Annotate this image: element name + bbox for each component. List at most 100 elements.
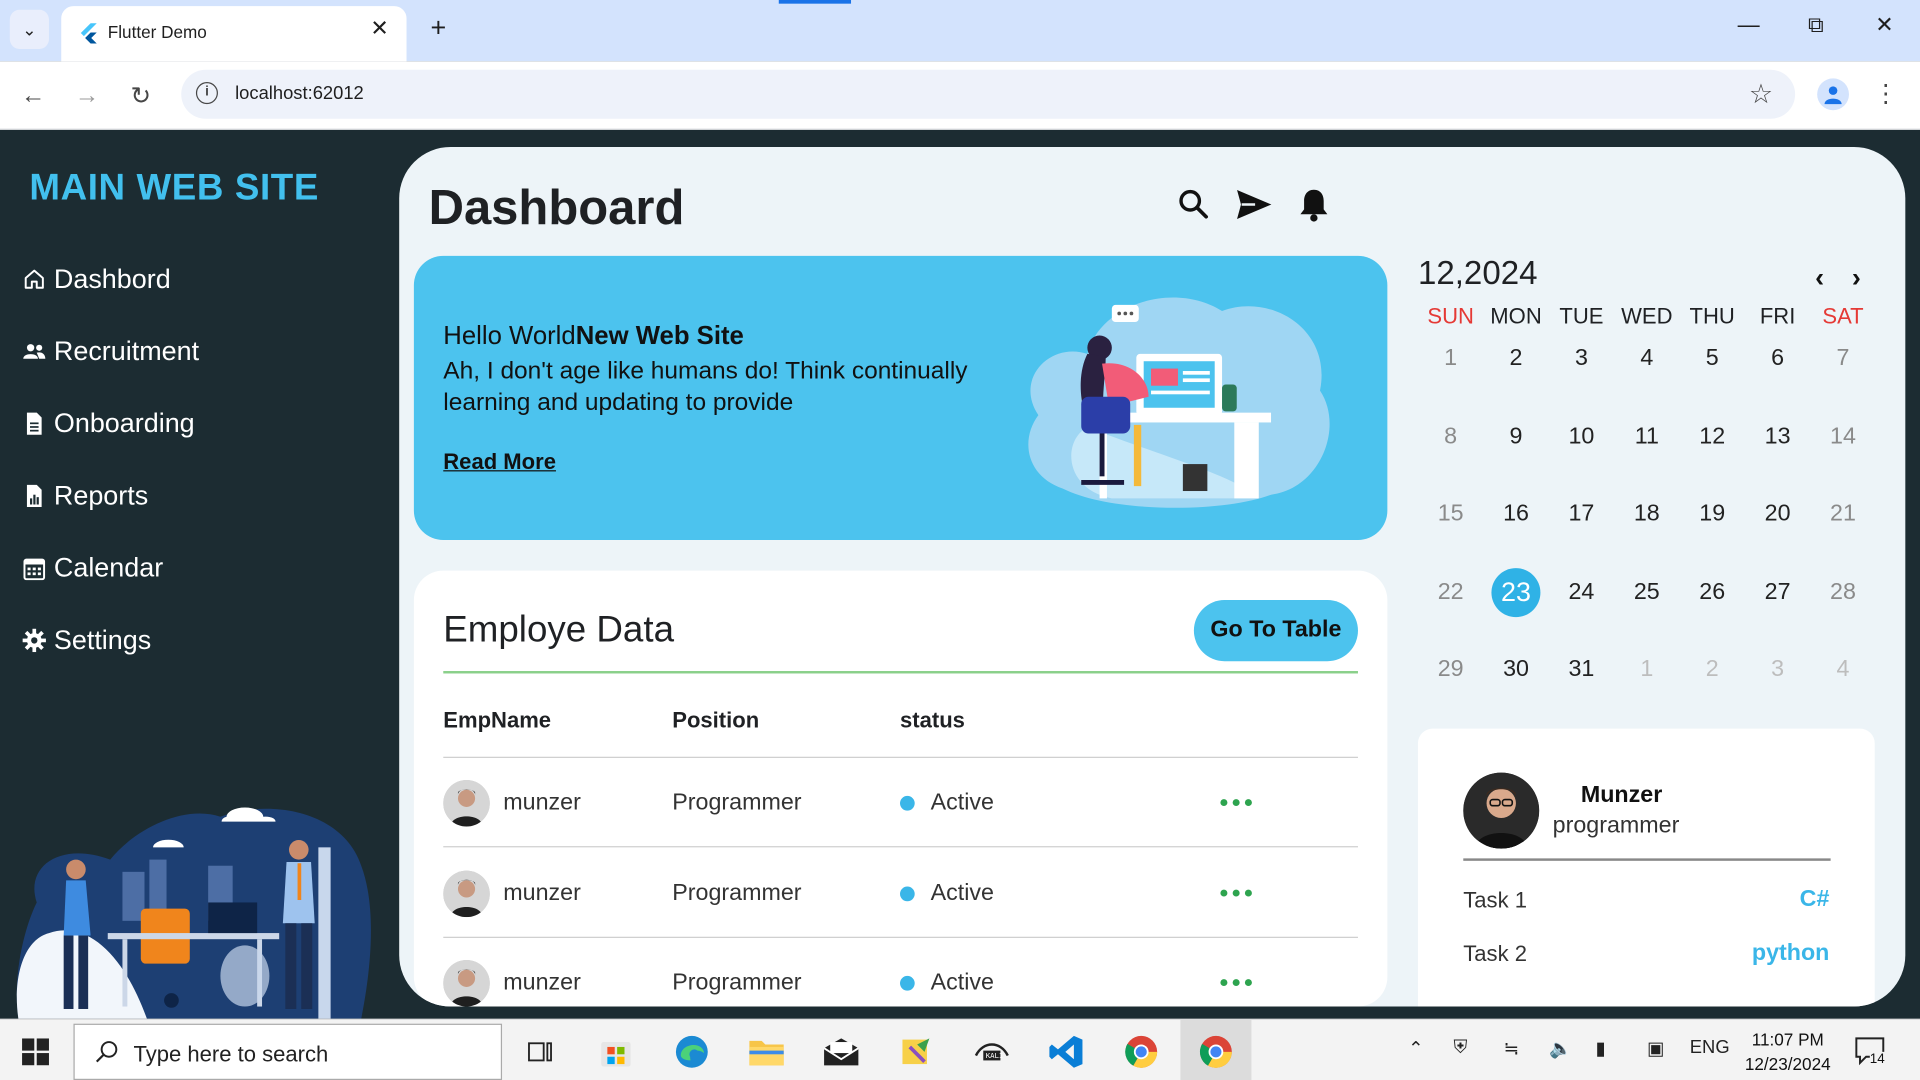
terminal-icon[interactable]: KALI [970,1030,1014,1074]
address-bar[interactable]: i localhost:62012 ☆ [181,69,1796,119]
vscode-icon[interactable] [1044,1030,1088,1074]
reload-icon[interactable]: ↻ [124,78,158,112]
calendar-day[interactable]: 15 [1418,492,1483,536]
status-dot [900,975,915,991]
sidebar-item-reports[interactable]: Reports [22,480,148,512]
more-options-icon[interactable]: ••• [1220,970,1269,998]
mail-icon[interactable] [819,1030,863,1074]
tab-indicator [778,0,852,4]
svg-text:KALI: KALI [986,1051,1004,1060]
calendar-day[interactable]: 5 [1680,337,1745,381]
battery-icon[interactable]: ▮ [1596,1037,1606,1059]
calendar-day[interactable]: 1 [1614,648,1679,692]
volume-icon[interactable]: 🔈 [1549,1037,1572,1059]
calendar-day[interactable]: 20 [1745,492,1810,536]
sidebar-item-label: Settings [53,624,152,656]
calendar-day[interactable]: 2 [1483,337,1548,381]
taskbar-search-input[interactable]: Type here to search [73,1023,503,1080]
calendar-day[interactable]: 6 [1745,337,1810,381]
calendar-day[interactable]: 11 [1614,415,1679,459]
sidebar-item-recruitment[interactable]: Recruitment [22,336,199,368]
calendar-day[interactable]: 19 [1680,492,1745,536]
calendar-day[interactable]: 28 [1810,570,1875,614]
edge-browser-icon[interactable] [670,1030,714,1074]
calendar-day[interactable]: 17 [1549,492,1614,536]
bookmark-star-icon[interactable]: ☆ [1749,78,1773,110]
table-row[interactable]: munzer Programmer Active ••• [443,849,1358,938]
search-icon[interactable] [1176,186,1213,223]
bell-icon[interactable] [1296,186,1333,223]
microsoft-store-icon[interactable] [594,1030,638,1074]
device-icon[interactable]: ▣ [1647,1037,1664,1059]
chrome-icon[interactable] [1119,1030,1163,1074]
url-text[interactable]: localhost:62012 [235,83,364,104]
calendar-day[interactable]: 4 [1810,648,1875,692]
minimize-icon[interactable]: — [1724,12,1773,38]
paint-app-icon[interactable] [895,1030,939,1074]
calendar-day[interactable]: 27 [1745,570,1810,614]
browser-tab[interactable]: Flutter Demo ✕ [61,6,407,62]
calendar-day[interactable]: 3 [1745,648,1810,692]
restore-icon[interactable]: ⧉ [1791,12,1840,38]
go-to-table-button[interactable]: Go To Table [1193,600,1358,662]
calendar-day[interactable]: 24 [1549,570,1614,614]
calendar-day[interactable]: 16 [1483,492,1548,536]
profile-avatar-icon[interactable] [1817,78,1849,111]
calendar-day[interactable]: 29 [1418,648,1483,692]
sidebar-item-dashboard[interactable]: Dashbord [22,263,171,295]
calendar-day[interactable]: 9 [1483,415,1548,459]
tab-search-button[interactable]: ⌄ [9,9,49,49]
employee-status: Active [930,969,994,996]
more-options-icon[interactable]: ••• [1220,790,1269,818]
calendar-day[interactable]: 1 [1418,337,1483,381]
column-header-status[interactable]: status [900,708,965,734]
calendar-day[interactable]: 26 [1680,570,1745,614]
column-header-position[interactable]: Position [672,708,759,734]
security-shield-icon[interactable]: ⛨ [1453,1037,1467,1058]
calendar-day[interactable]: 18 [1614,492,1679,536]
table-row[interactable]: munzer Programmer Active ••• [443,938,1358,1007]
chevron-left-icon[interactable]: ‹ [1807,262,1831,294]
language-indicator[interactable]: ENG [1690,1037,1730,1058]
calendar-day[interactable]: 2 [1680,648,1745,692]
calendar-day[interactable]: 14 [1810,415,1875,459]
task-view-icon[interactable] [518,1030,562,1074]
calendar-day[interactable]: 25 [1614,570,1679,614]
site-info-icon[interactable]: i [195,82,218,105]
banner-text: Ah, I don't age like humans do! Think co… [443,357,968,417]
chevron-right-icon[interactable]: › [1844,262,1868,294]
calendar-day[interactable]: 12 [1680,415,1745,459]
calendar-day[interactable]: 10 [1549,415,1614,459]
calendar-day[interactable]: 4 [1614,337,1679,381]
calendar-day[interactable]: 22 [1418,570,1483,614]
calendar-day[interactable]: 21 [1810,492,1875,536]
new-tab-icon[interactable]: + [421,12,455,44]
chrome-icon[interactable] [1194,1030,1238,1074]
close-window-icon[interactable]: ✕ [1860,12,1909,38]
close-tab-icon[interactable]: ✕ [365,16,394,42]
chevron-up-icon[interactable]: ⌃ [1408,1037,1423,1059]
back-icon[interactable]: ← [16,78,50,112]
file-explorer-icon[interactable] [744,1030,788,1074]
forward-icon[interactable]: → [70,78,104,112]
windows-start-icon[interactable] [22,1038,49,1066]
sidebar-item-onboarding[interactable]: Onboarding [22,408,195,440]
more-options-icon[interactable]: ••• [1220,880,1269,908]
calendar-day[interactable]: 13 [1745,415,1810,459]
more-menu-icon[interactable]: ⋮ [1873,78,1897,110]
calendar-day[interactable]: 8 [1418,415,1483,459]
calendar-day-today[interactable]: 23 [1483,567,1548,617]
wifi-icon[interactable]: ≒ [1504,1037,1519,1059]
table-row[interactable]: munzer Programmer Active ••• [443,758,1358,848]
send-icon[interactable] [1236,186,1273,223]
calendar-day[interactable]: 3 [1549,337,1614,381]
read-more-link[interactable]: Read More [443,449,556,475]
calendar-day[interactable]: 30 [1483,648,1548,692]
column-header-empname[interactable]: EmpName [443,708,551,734]
calendar-day[interactable]: 31 [1549,648,1614,692]
calendar-day[interactable]: 7 [1810,337,1875,381]
system-clock[interactable]: 11:07 PM 12/23/2024 [1744,1027,1832,1076]
sidebar-item-settings[interactable]: Settings [22,624,151,656]
sidebar-item-calendar[interactable]: Calendar [22,552,163,584]
divider [1463,858,1831,861]
